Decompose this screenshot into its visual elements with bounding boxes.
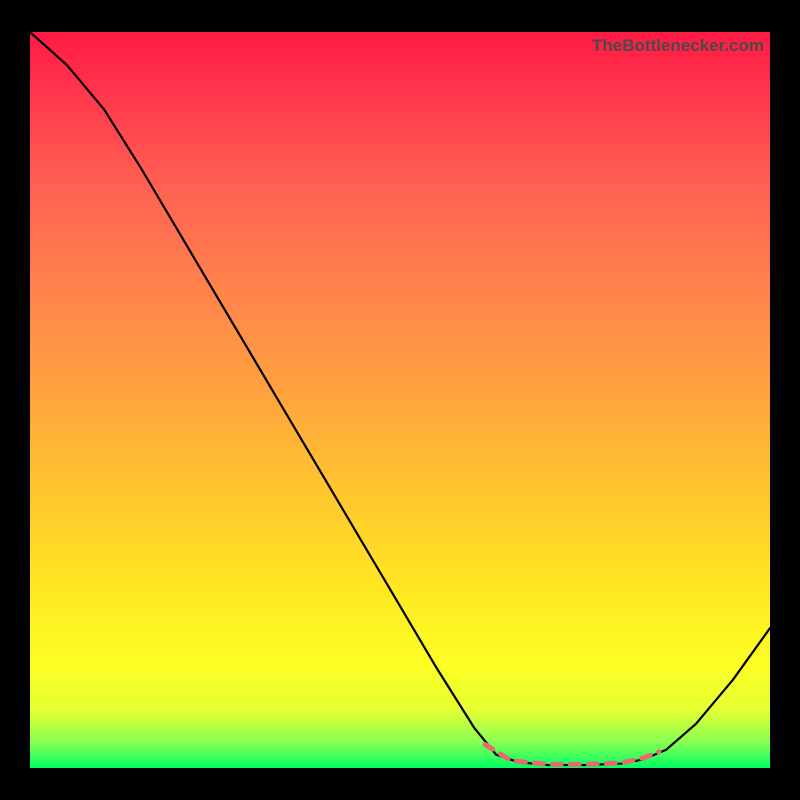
series-dashed-highlight <box>485 744 659 764</box>
chart-container: TheBottlenecker.com <box>0 0 800 800</box>
plot-area: TheBottlenecker.com <box>30 32 770 768</box>
series-main-curve <box>30 32 770 765</box>
chart-svg <box>30 32 770 768</box>
